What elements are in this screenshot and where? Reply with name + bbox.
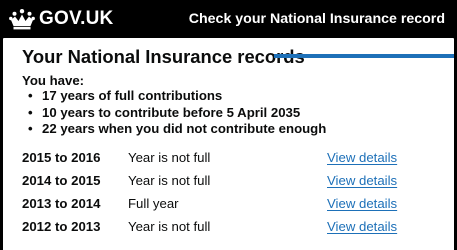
record-status: Full year bbox=[128, 196, 179, 211]
record-year: 2012 to 2013 bbox=[22, 219, 101, 234]
summary-item-full-years: 17 years of full contributions bbox=[28, 88, 326, 105]
records-table: 2015 to 2016 Year is not full View detai… bbox=[22, 148, 452, 240]
govuk-logo-link[interactable]: GOV.UK bbox=[9, 7, 113, 31]
record-row: 2015 to 2016 Year is not full View detai… bbox=[22, 148, 452, 171]
record-row: 2014 to 2015 Year is not full View detai… bbox=[22, 171, 452, 194]
record-row: 2012 to 2013 Year is not full View detai… bbox=[22, 217, 452, 240]
record-status: Year is not full bbox=[128, 150, 211, 165]
record-row: 2013 to 2014 Full year View details bbox=[22, 194, 452, 217]
main-content: Your National Insurance records You have… bbox=[3, 38, 454, 250]
view-details-link[interactable]: View details bbox=[327, 150, 397, 165]
summary-item-gap-years: 22 years when you did not contribute eno… bbox=[28, 121, 326, 138]
view-details-link[interactable]: View details bbox=[327, 219, 397, 234]
logo-text: GOV.UK bbox=[39, 8, 114, 29]
record-year: 2015 to 2016 bbox=[22, 150, 101, 165]
site-header: GOV.UK Check your National Insurance rec… bbox=[0, 0, 457, 38]
service-name-link[interactable]: Check your National Insurance record bbox=[189, 10, 445, 28]
record-status: Year is not full bbox=[128, 173, 211, 188]
record-year: 2014 to 2015 bbox=[22, 173, 101, 188]
summary-item-years-to-contribute: 10 years to contribute before 5 April 20… bbox=[28, 105, 326, 122]
title-accent-rule bbox=[274, 54, 454, 58]
record-status: Year is not full bbox=[128, 219, 211, 234]
view-details-link[interactable]: View details bbox=[327, 196, 397, 211]
view-details-link[interactable]: View details bbox=[327, 173, 397, 188]
record-year: 2013 to 2014 bbox=[22, 196, 101, 211]
summary-list: 17 years of full contributions 10 years … bbox=[28, 88, 326, 138]
crown-icon bbox=[9, 9, 35, 30]
summary-intro: You have: bbox=[22, 73, 85, 88]
page-title: Your National Insurance records bbox=[22, 46, 305, 67]
